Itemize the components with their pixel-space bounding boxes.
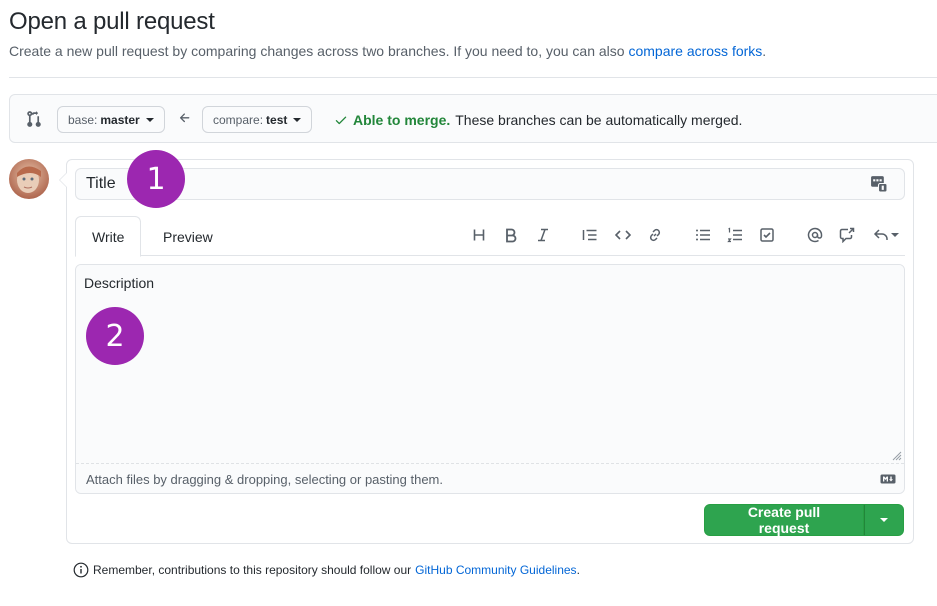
attach-files-text: Attach files by dragging & dropping, sel… [86, 471, 443, 487]
annotation-badge-1: 1 [127, 150, 185, 208]
tab-preview[interactable]: Preview [147, 216, 229, 257]
community-guidelines-link[interactable]: GitHub Community Guidelines [415, 563, 576, 577]
description-textarea[interactable] [76, 265, 904, 463]
compare-value: test [266, 112, 288, 127]
saved-replies-icon[interactable] [870, 175, 887, 192]
chevron-down-icon [145, 117, 154, 122]
title-input[interactable] [75, 168, 905, 200]
description-editor: Attach files by dragging & dropping, sel… [75, 264, 905, 494]
contribution-note: Remember, contributions to this reposito… [73, 562, 580, 578]
footer-text: Remember, contributions to this reposito… [93, 563, 412, 577]
markdown-icon[interactable] [880, 473, 896, 485]
reply-icon[interactable] [871, 225, 901, 245]
chevron-down-icon [880, 518, 888, 522]
attach-files-bar[interactable]: Attach files by dragging & dropping, sel… [76, 463, 904, 493]
footer-end: . [576, 563, 580, 577]
task-list-icon[interactable] [757, 225, 777, 245]
base-value: master [100, 112, 140, 127]
check-icon [335, 116, 347, 125]
tab-write[interactable]: Write [75, 216, 142, 257]
heading-icon[interactable] [469, 225, 489, 245]
base-branch-select[interactable]: base: master [57, 106, 165, 133]
chevron-down-icon [891, 233, 899, 237]
quote-icon[interactable] [580, 225, 600, 245]
mention-icon[interactable] [805, 225, 825, 245]
subtitle-text: Create a new pull request by comparing c… [9, 43, 625, 59]
create-pull-request-button[interactable]: Create pull request [704, 504, 864, 536]
page-subtitle: Create a new pull request by comparing c… [9, 43, 766, 59]
annotation-badge-2: 2 [86, 307, 144, 365]
git-compare-icon [27, 111, 41, 127]
merge-text: These branches can be automatically merg… [455, 112, 743, 128]
info-icon [73, 562, 89, 578]
code-icon[interactable] [613, 225, 633, 245]
divider [9, 77, 937, 78]
chevron-down-icon [293, 117, 302, 122]
italic-icon[interactable] [533, 225, 553, 245]
compare-label: compare: [213, 112, 264, 127]
create-pr-button-group: Create pull request [704, 504, 904, 536]
merge-status: Able to merge. These branches can be aut… [334, 112, 742, 128]
resize-grip-icon[interactable] [892, 451, 902, 461]
subtitle-end: . [762, 43, 767, 59]
base-label: base: [68, 112, 98, 127]
editor-tab-bar: Write Preview [75, 216, 905, 257]
page-title: Open a pull request [9, 8, 215, 35]
pull-request-form: Write Preview [59, 159, 914, 544]
bulleted-list-icon[interactable] [693, 225, 713, 245]
link-icon[interactable] [645, 225, 665, 245]
merge-ok-text: Able to merge. [353, 112, 451, 128]
numbered-list-icon[interactable] [725, 225, 745, 245]
reference-icon[interactable] [837, 225, 857, 245]
bold-icon[interactable] [501, 225, 521, 245]
create-pr-options-dropdown[interactable] [864, 504, 904, 536]
compare-branch-select[interactable]: compare: test [202, 106, 313, 133]
avatar[interactable] [9, 159, 49, 199]
arrow-left-icon [179, 113, 190, 123]
branch-range-bar: base: master compare: test Able to merge… [9, 94, 937, 143]
compare-across-forks-link[interactable]: compare across forks [628, 43, 762, 59]
